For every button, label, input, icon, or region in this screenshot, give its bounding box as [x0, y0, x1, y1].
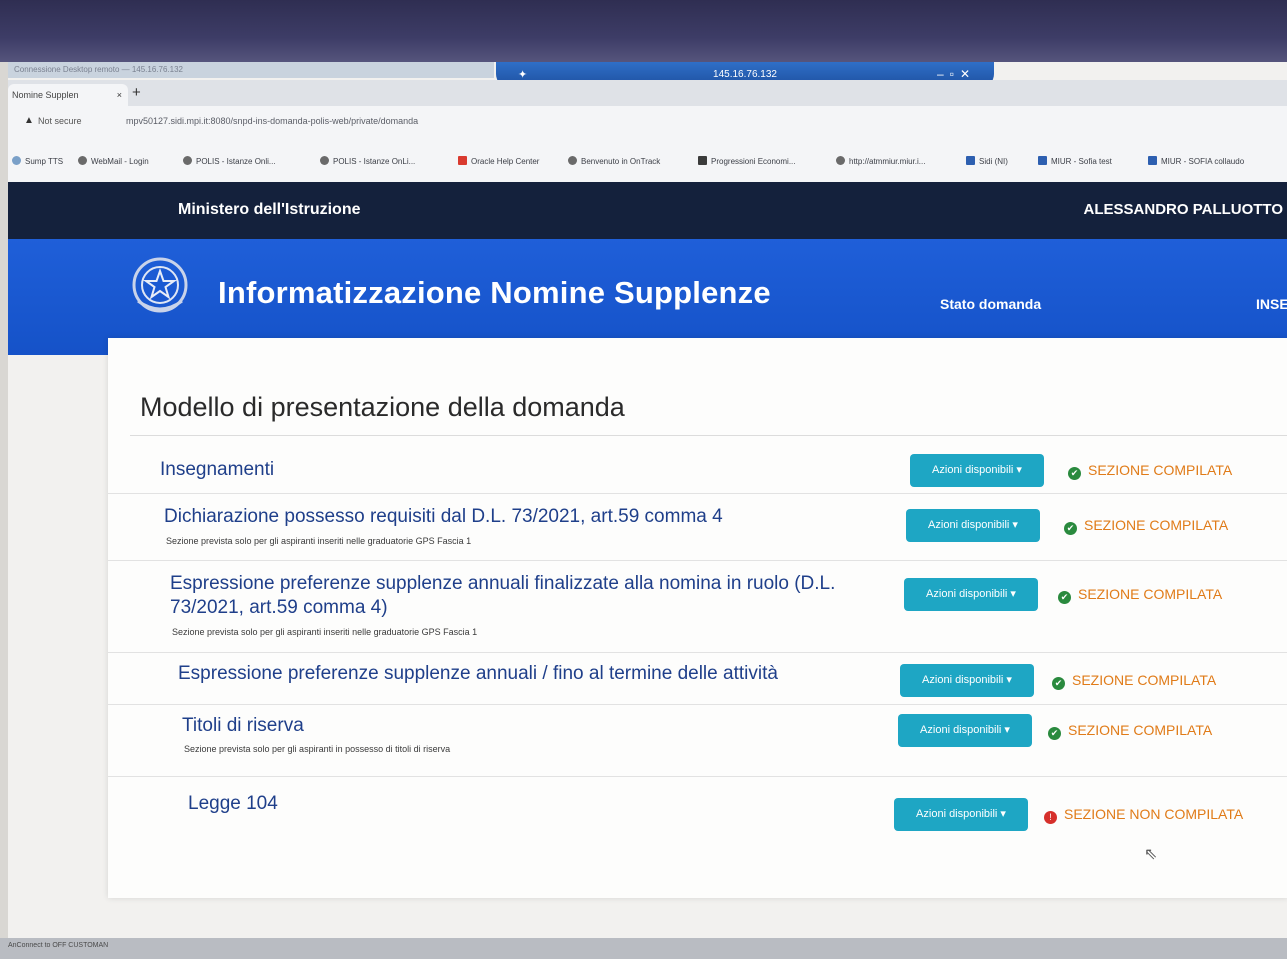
check-icon: ✔: [1068, 467, 1081, 480]
taskbar: AnConnect to OFF CUSTOMAN: [0, 938, 1287, 959]
mouse-cursor-icon: ⇖: [1144, 846, 1158, 863]
browser-tab[interactable]: Nomine Supplen ×: [8, 84, 128, 106]
azioni-button[interactable]: Azioni disponibili ▾: [906, 509, 1040, 542]
section-row: Legge 104 Azioni disponibili ▾ ! SEZIONE …: [108, 776, 1287, 856]
section-title: Espressione preferenze supplenze annuali…: [170, 573, 836, 618]
azioni-button[interactable]: Azioni disponibili ▾: [900, 664, 1034, 697]
bookmark-item[interactable]: Progressioni Economi...: [698, 156, 795, 166]
url-text[interactable]: mpv50127.sidi.mpi.it:8080/snpd-ins-doman…: [126, 116, 418, 126]
check-icon: ✔: [1052, 677, 1065, 690]
app-title[interactable]: Informatizzazione Nomine Supplenze: [218, 275, 771, 311]
bookmark-item[interactable]: POLIS - Istanze OnLi...: [320, 156, 415, 166]
status-badge: ! SEZIONE NON COMPILATA: [1044, 805, 1243, 824]
section-row: Dichiarazione possesso requisiti dal D.L…: [108, 493, 1287, 561]
close-icon[interactable]: ×: [117, 84, 122, 106]
browser-tabs: Nomine Supplen × +: [8, 80, 1287, 106]
bookmark-item[interactable]: MIUR - Sofia test: [1038, 156, 1112, 166]
page-title: Modello di presentazione della domanda: [140, 392, 625, 422]
section-row: Insegnamenti Azioni disponibili ▾ ✔ SEZIO…: [108, 438, 1287, 494]
not-secure-label[interactable]: Not secure: [38, 116, 82, 126]
section-row: Espressione preferenze supplenze annuali…: [108, 560, 1287, 653]
nav-stato-domanda[interactable]: Stato domanda: [940, 296, 1041, 312]
taskbar-text: AnConnect to OFF CUSTOMAN: [8, 942, 109, 949]
republic-emblem-icon: [132, 257, 188, 313]
application-card: Modello di presentazione della domanda I…: [108, 338, 1287, 898]
ministry-link[interactable]: Ministero dell'Istruzione: [178, 201, 361, 219]
user-menu[interactable]: ALESSANDRO PALLUOTTO: [1084, 201, 1283, 218]
bookmark-item[interactable]: WebMail - Login: [78, 156, 149, 166]
azioni-button[interactable]: Azioni disponibili ▾: [904, 578, 1038, 611]
section-subtitle: Sezione prevista solo per gli aspiranti …: [172, 627, 478, 637]
divider: [130, 435, 1287, 436]
status-badge: ✔ SEZIONE COMPILATA: [1058, 585, 1222, 604]
azioni-button[interactable]: Azioni disponibili ▾: [910, 454, 1044, 487]
section-subtitle: Sezione prevista solo per gli aspiranti …: [166, 536, 472, 546]
bookmark-item[interactable]: Sidi (NI): [966, 156, 1008, 166]
bookmark-item[interactable]: POLIS - Istanze Onli...: [183, 156, 276, 166]
warning-icon: ▲: [24, 115, 34, 126]
section-row: Titoli di riserva Sezione prevista solo …: [108, 704, 1287, 777]
status-badge: ✔ SEZIONE COMPILATA: [1052, 671, 1216, 690]
check-icon: ✔: [1048, 727, 1061, 740]
check-icon: ✔: [1058, 591, 1071, 604]
bookmark-item[interactable]: Benvenuto in OnTrack: [568, 156, 660, 166]
status-badge: ✔ SEZIONE COMPILATA: [1048, 721, 1212, 740]
bookmark-item[interactable]: Oracle Help Center: [458, 156, 539, 166]
photo-background-top: [0, 0, 1287, 62]
section-subtitle: Sezione prevista solo per gli aspiranti …: [184, 744, 451, 754]
azioni-button[interactable]: Azioni disponibili ▾: [894, 798, 1028, 831]
section-title: Insegnamenti: [160, 459, 275, 480]
check-icon: ✔: [1064, 522, 1077, 535]
address-bar[interactable]: ▲ Not secure mpv50127.sidi.mpi.it:8080/s…: [8, 106, 1287, 146]
section-title: Titoli di riserva: [182, 715, 304, 736]
bookmark-item[interactable]: MIUR - SOFIA collaudo: [1148, 156, 1244, 166]
section-row: Espressione preferenze supplenze annuali…: [108, 652, 1287, 705]
status-badge: ✔ SEZIONE COMPILATA: [1068, 461, 1232, 480]
tab-title: Nomine Supplen: [12, 90, 79, 100]
remote-ip: 145.16.76.132: [713, 69, 777, 80]
site-top-bar: Ministero dell'Istruzione ALESSANDRO PAL…: [8, 182, 1287, 239]
section-title: Espressione preferenze supplenze annuali…: [178, 663, 778, 684]
section-title: Legge 104: [188, 793, 278, 814]
alert-icon: !: [1044, 811, 1057, 824]
window-controls-icon[interactable]: –▫✕: [937, 67, 976, 81]
bookmark-item[interactable]: http://atmmiur.miur.i...: [836, 156, 925, 166]
nav-inserimento[interactable]: INSE: [1256, 296, 1287, 312]
new-tab-button[interactable]: +: [132, 84, 141, 101]
azioni-button[interactable]: Azioni disponibili ▾: [898, 714, 1032, 747]
section-title: Dichiarazione possesso requisiti dal D.L…: [164, 506, 723, 527]
bookmarks-bar: Sump TTS WebMail - Login POLIS - Istanze…: [8, 146, 1287, 183]
window-title-strip: Connessione Desktop remoto — 145.16.76.1…: [8, 62, 494, 78]
bookmark-item[interactable]: Sump TTS: [12, 156, 63, 166]
status-badge: ✔ SEZIONE COMPILATA: [1064, 516, 1228, 535]
